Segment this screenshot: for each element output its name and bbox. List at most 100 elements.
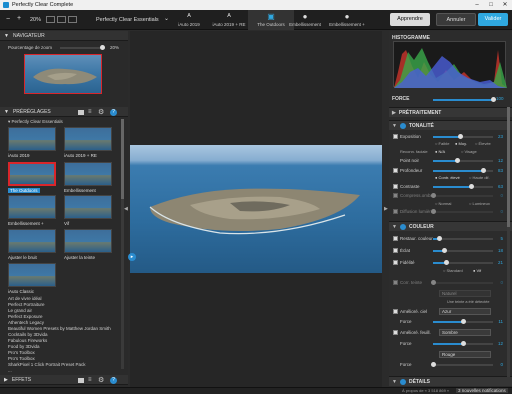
shadow-compress-checkbox[interactable] [393,193,398,198]
collapse-left-icon[interactable]: ◀ [124,206,128,212]
compare-handle[interactable]: ▸ [128,253,136,261]
help-icon[interactable]: ? [110,377,117,384]
preset-list-item[interactable]: Perfect Exposure [8,314,43,319]
skin-tone-slider[interactable] [431,280,493,285]
exposure-slider[interactable] [433,134,493,139]
preset-list-item[interactable]: Pro's Toolbox [8,356,35,361]
zoom-in-icon[interactable]: + [17,15,21,22]
power-icon[interactable] [399,378,406,385]
preset-list-item[interactable]: Art de vivre idéal [8,296,42,301]
foliage-force-slider[interactable] [433,341,493,346]
preset-thumb-vif[interactable] [64,195,112,219]
color-header[interactable]: ▼ COULEUR [389,221,512,231]
single-view-icon[interactable] [46,16,55,23]
exposure-mode-high[interactable]: ○ Élevée [475,141,491,146]
collapse-right-icon[interactable]: ▶ [384,206,388,212]
curve-mode-normal[interactable]: ○ Normal [435,201,451,206]
validate-button[interactable]: Valider [478,13,508,26]
depth-mode-high-contrast[interactable]: ● Contr. élevé [435,175,460,180]
zoom-slider[interactable] [60,45,105,50]
preset-thumb-embellissement-plus[interactable] [8,195,56,219]
depth-slider[interactable] [433,168,493,173]
zoom-out-icon[interactable]: − [6,16,10,23]
blackpoint-slider[interactable] [433,158,493,163]
grid-view-icon[interactable] [78,378,84,383]
exposure-mode-medium[interactable]: ● Moy. [455,141,467,146]
fidelity-slider[interactable] [433,260,493,265]
preset-thumb-iauto-2019[interactable] [8,127,56,151]
third-enhance-select[interactable]: Rouge [439,351,491,358]
preset-list-item[interactable]: Cocktails by 3Dvida [8,332,48,337]
notifications-badge[interactable]: 3 nouvelles notifications [456,388,508,393]
navigator-preview[interactable] [24,54,102,94]
vibrancy-slider[interactable] [433,248,493,253]
foliage-enhance-checkbox[interactable] [393,330,398,335]
sky-force-slider[interactable] [433,319,493,324]
skin-tone-checkbox[interactable] [393,280,398,285]
presets-scrollbar[interactable] [121,119,124,369]
preset-list-item[interactable]: Pro's Toolbox [8,350,35,355]
tab-embellissement-plus[interactable]: ● Embellissement + [324,10,370,30]
preset-list-item[interactable]: ... [8,368,12,373]
force-slider[interactable] [433,97,496,102]
sky-enhance-select[interactable]: Azur [439,308,491,315]
preset-list-item[interactable]: Athentech Legacy [8,320,44,325]
list-view-icon[interactable]: ≡ [88,109,92,115]
preset-thumb-ajuster-bruit[interactable] [8,229,56,253]
fidelity-checkbox[interactable] [393,260,398,265]
cancel-button[interactable]: Annuler [436,13,476,26]
preset-list-item[interactable]: SharkPixel 1 Click Portrait Preset Pack [8,362,86,367]
diffusion-checkbox[interactable] [393,209,398,214]
color-restore-checkbox[interactable] [393,236,398,241]
preset-group-select[interactable]: Perfectly Clear Essentials [96,17,159,23]
minimize-icon[interactable]: – [470,0,484,10]
shadow-compress-slider[interactable] [431,193,493,198]
gear-icon[interactable]: ⚙ [98,108,104,116]
face-recognition-face[interactable]: ○ Visage [461,149,477,154]
vibrancy-checkbox[interactable] [393,248,398,253]
contrast-checkbox[interactable] [393,184,398,189]
tonality-header[interactable]: ▼ TONALITÉ [389,120,512,130]
tab-embellissement[interactable]: ● Embellissement [282,10,328,30]
effects-header[interactable]: ▶ EFFETS ≡ ⚙ ? [0,375,128,385]
close-icon[interactable]: ✕ [498,0,512,10]
color-restore-slider[interactable] [433,236,493,241]
power-icon[interactable] [399,223,406,230]
preset-thumb-iauto-2019-re[interactable] [64,127,112,151]
foliage-enhance-select[interactable]: Sombre [439,329,491,336]
learn-button[interactable]: Apprendre [390,13,430,26]
sky-enhance-checkbox[interactable] [393,309,398,314]
skin-tone-select[interactable]: Naturel [439,290,491,297]
third-force-slider[interactable] [431,362,493,367]
curve-mode-bright[interactable]: ○ Lumineux [469,201,490,206]
exposure-checkbox[interactable] [393,134,398,139]
fidelity-mode-vivid[interactable]: ● Vif [473,268,481,273]
depth-checkbox[interactable] [393,168,398,173]
diffusion-slider[interactable] [431,209,493,214]
preset-list-item[interactable]: Beautiful Women Presets by Matthew Jorda… [8,326,111,331]
preset-list-item[interactable]: Perfect Portraiture [8,302,45,307]
preset-thumb-the-outdoors[interactable] [8,162,56,186]
contrast-slider[interactable] [433,184,493,189]
pretreatment-header[interactable]: ▶ PRÉTRAITEMENT [389,107,512,117]
settings-scrollbar[interactable] [507,107,510,377]
preset-thumb-iauto-classic[interactable] [8,263,56,287]
power-icon[interactable] [399,122,406,129]
navigator-header[interactable]: ▼ NAVIGATEUR [0,31,128,41]
maximize-icon[interactable]: □ [484,0,498,10]
fidelity-mode-standard[interactable]: ○ Standard [443,268,463,273]
image-canvas[interactable]: ▸ [128,31,382,387]
preset-list-item[interactable]: Food by 3Dvida [8,344,40,349]
side-by-side-icon[interactable] [68,16,77,23]
grid-view-icon[interactable] [78,110,84,115]
depth-mode-high-diff[interactable]: ○ Haute dif. [469,175,490,180]
preset-thumb-embellissement[interactable] [64,162,112,186]
help-icon[interactable]: ? [110,109,117,116]
details-header[interactable]: ▼ DÉTAILS [389,376,512,386]
presets-header[interactable]: ▼ PRÉRÉGLAGES ≡ ⚙ ? [0,107,128,117]
gear-icon[interactable]: ⚙ [98,376,104,384]
face-recognition-na[interactable]: ● N/A [435,149,445,154]
exposure-mode-low[interactable]: ○ Faible [435,141,449,146]
tab-iauto-2019-re[interactable]: ᴬ iAuto 2019 + RE [206,10,252,30]
preset-list-item[interactable]: Le grand air [8,308,32,313]
